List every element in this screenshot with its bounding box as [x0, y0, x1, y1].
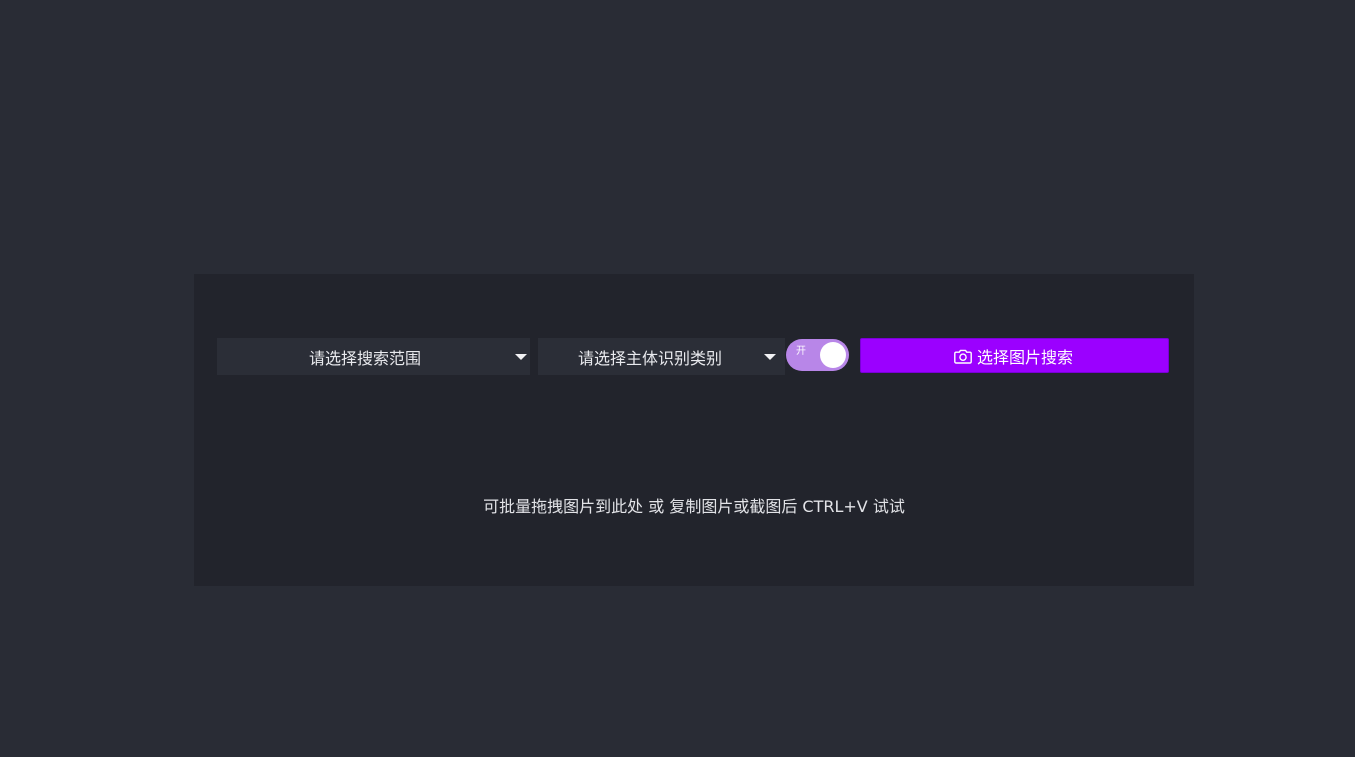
camera-icon	[953, 346, 973, 366]
search-toolbar: 请选择搜索范围 请选择主体识别类别 开 选择图片搜索	[217, 337, 1169, 377]
select-image-search-button-content: 选择图片搜索	[953, 344, 1073, 368]
search-scope-select-label: 请选择搜索范围	[309, 348, 422, 368]
chevron-down-icon	[764, 354, 776, 360]
select-image-search-button[interactable]: 选择图片搜索	[860, 338, 1169, 373]
subject-category-select-label: 请选择主体识别类别	[578, 348, 723, 368]
drag-drop-paste-hint: 可批量拖拽图片到此处 或 复制图片或截图后 CTRL+V 试试	[483, 497, 905, 516]
select-image-search-button-label: 选择图片搜索	[977, 347, 1074, 367]
chevron-down-icon	[515, 354, 527, 360]
image-search-panel: 请选择搜索范围 请选择主体识别类别 开 选择图片搜索 可批量拖拽图片到此处 或 …	[194, 274, 1194, 586]
search-scope-select[interactable]: 请选择搜索范围	[217, 338, 530, 375]
subject-category-select[interactable]: 请选择主体识别类别	[538, 338, 785, 375]
toggle-state-label: 开	[796, 346, 806, 357]
toggle-knob[interactable]	[820, 342, 846, 368]
subject-recognition-toggle[interactable]: 开	[786, 339, 849, 371]
page: 请选择搜索范围 请选择主体识别类别 开 选择图片搜索 可批量拖拽图片到此处 或 …	[0, 0, 1355, 757]
